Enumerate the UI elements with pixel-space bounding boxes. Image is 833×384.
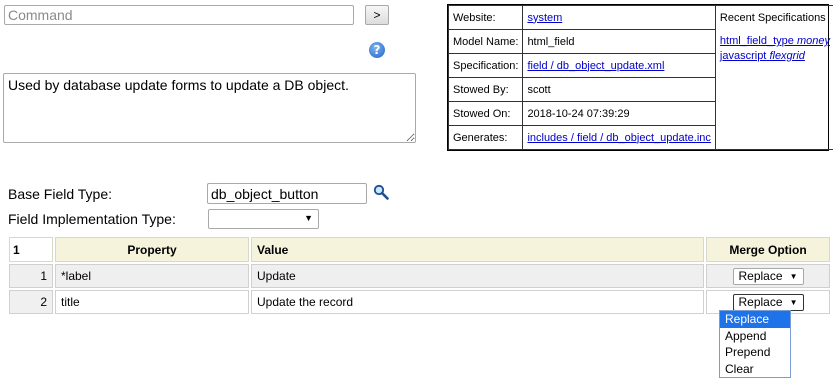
generates-link[interactable]: includes / field / db_object_update.inc	[527, 132, 710, 144]
property-cell[interactable]: *label	[55, 264, 249, 288]
info-key-model-name: Model Name:	[447, 29, 524, 54]
recent-specifications: Recent Specifications html_field_type mo…	[714, 5, 833, 150]
value-column-header[interactable]: Value	[251, 237, 704, 262]
merge-option-dropdown: Replace Append Prepend Clear	[719, 310, 791, 378]
help-icon[interactable]: ?	[369, 42, 385, 58]
row-number: 1	[9, 264, 53, 288]
recent-specifications-title: Recent Specifications	[719, 12, 826, 24]
recent-spec-link[interactable]: javascript flexgrid	[720, 49, 830, 64]
specification-link[interactable]: field / db_object_update.xml	[527, 60, 664, 72]
chevron-down-icon: ▼	[304, 213, 313, 223]
model-name-value: html_field	[522, 29, 716, 54]
merge-option-select[interactable]: Replace ▼	[732, 267, 804, 285]
field-implementation-type-select[interactable]: ▼	[208, 209, 319, 229]
merge-option-select[interactable]: Replace ▼	[732, 293, 804, 311]
base-field-type-input[interactable]	[207, 183, 367, 204]
recent-spec-link[interactable]: html_field_type money	[720, 34, 830, 49]
property-column-header[interactable]: Property	[55, 237, 249, 262]
merge-option-replace[interactable]: Replace	[720, 311, 790, 328]
merge-option-cell: Replace ▼	[706, 264, 830, 288]
description-textarea[interactable]: Used by database update forms to update …	[3, 73, 416, 143]
merge-option-prepend[interactable]: Prepend	[720, 344, 790, 361]
info-key-stowed-on: Stowed On:	[447, 101, 524, 126]
merge-option-column-header[interactable]: Merge Option	[706, 237, 830, 262]
property-grid: 1 Property Value Merge Option 1 *label U…	[7, 235, 832, 316]
info-key-stowed-by: Stowed By:	[447, 77, 524, 102]
table-row: 1 *label Update Replace ▼	[9, 264, 830, 288]
value-cell[interactable]: Update the record	[251, 290, 704, 314]
stowed-by-value: scott	[522, 77, 716, 102]
merge-option-clear[interactable]: Clear	[720, 361, 790, 378]
search-icon[interactable]	[373, 184, 389, 200]
info-key-generates: Generates:	[447, 125, 524, 150]
info-panel: Website: system Recent Specifications ht…	[447, 4, 833, 151]
command-input[interactable]	[4, 5, 354, 25]
row-count-header: 1	[9, 237, 53, 262]
base-field-type-label: Base Field Type:	[8, 186, 113, 202]
row-number: 2	[9, 290, 53, 314]
property-cell[interactable]: title	[55, 290, 249, 314]
field-implementation-type-label: Field Implementation Type:	[8, 211, 176, 227]
info-key-specification: Specification:	[447, 53, 524, 78]
chevron-down-icon: ▼	[789, 271, 798, 281]
command-go-button[interactable]: >	[365, 5, 389, 25]
value-cell[interactable]: Update	[251, 264, 704, 288]
stowed-on-value: 2018-10-24 07:39:29	[522, 101, 716, 126]
chevron-down-icon: ▼	[789, 297, 798, 307]
table-row: 2 title Update the record Replace ▼	[9, 290, 830, 314]
website-link[interactable]: system	[527, 12, 562, 24]
info-key-website: Website:	[447, 5, 524, 30]
merge-option-append[interactable]: Append	[720, 328, 790, 345]
